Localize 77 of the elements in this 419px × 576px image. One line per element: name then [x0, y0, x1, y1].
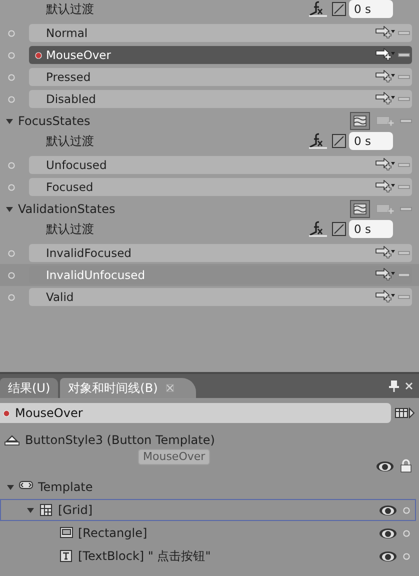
eye-icon[interactable]	[379, 550, 397, 562]
timeline-toggle-icon[interactable]	[395, 407, 415, 419]
easing-function-icon[interactable]	[308, 133, 328, 149]
add-transition-icon[interactable]	[375, 26, 395, 40]
easing-function-icon[interactable]	[308, 1, 328, 17]
linear-easing-icon[interactable]	[332, 134, 346, 148]
state-item[interactable]: Valid	[29, 288, 412, 306]
duration-field[interactable]: 0 s	[349, 220, 393, 238]
panel-tab[interactable]: 结果(U)	[0, 378, 58, 398]
circle-icon	[8, 162, 15, 168]
record-dot-icon	[3, 410, 10, 416]
grid-icon	[39, 503, 53, 517]
linear-easing-icon[interactable]	[332, 2, 346, 16]
tooltip: MouseOver	[138, 449, 210, 465]
add-transition-icon[interactable]	[375, 180, 395, 194]
wave-icon[interactable]	[350, 200, 370, 218]
group-name: ValidationStates	[18, 202, 116, 216]
expanded-triangle-icon[interactable]	[27, 506, 34, 514]
textblock-icon	[59, 549, 73, 563]
state-item[interactable]: Focused	[29, 178, 412, 196]
state-name: Normal	[46, 26, 88, 40]
wave-icon[interactable]	[350, 112, 370, 130]
group-name: FocusStates	[18, 114, 90, 128]
transition-label: 默认过渡	[46, 132, 94, 150]
add-transition-icon[interactable]	[375, 246, 395, 260]
circle-icon	[8, 272, 15, 278]
transition-label: 默认过渡	[46, 0, 94, 18]
state-item[interactable]: Unfocused	[29, 156, 412, 174]
add-transition-icon[interactable]	[375, 268, 395, 282]
state-name: InvalidFocused	[46, 246, 132, 260]
eye-icon[interactable]	[379, 527, 397, 539]
scope-label: ButtonStyle3 (Button Template)	[25, 433, 215, 447]
remove-icon[interactable]	[398, 52, 410, 58]
circle-icon	[8, 74, 15, 80]
state-field[interactable]: MouseOver	[0, 403, 391, 423]
expanded-triangle-icon[interactable]	[7, 484, 14, 490]
state-name: Disabled	[46, 92, 96, 106]
eye-icon[interactable]	[376, 460, 394, 472]
state-item[interactable]: Pressed	[29, 68, 412, 86]
state-name: Pressed	[46, 70, 91, 84]
add-transition-icon[interactable]	[375, 290, 395, 304]
state-item[interactable]: Disabled	[29, 90, 412, 108]
duration-field[interactable]: 0 s	[349, 132, 393, 150]
state-name: Valid	[46, 290, 74, 304]
add-transition-icon[interactable]	[375, 92, 395, 106]
expanded-triangle-icon[interactable]	[6, 206, 13, 212]
state-item[interactable]: MouseOver	[29, 46, 412, 64]
rectangle-icon	[59, 526, 73, 540]
tree-item[interactable]: [Grid]	[0, 499, 416, 521]
state-name: MouseOver	[46, 48, 111, 62]
duration-field[interactable]: 0 s	[349, 0, 393, 18]
circle-icon	[8, 30, 15, 36]
state-name: Focused	[46, 180, 94, 194]
tree-item[interactable]: [TextBlock] " 点击按钮"	[0, 545, 416, 567]
linear-easing-icon[interactable]	[332, 222, 346, 236]
eye-icon[interactable]	[379, 504, 397, 516]
state-name: Unfocused	[46, 158, 107, 172]
transition-label: 默认过渡	[46, 220, 94, 238]
add-transition-icon[interactable]	[375, 48, 395, 62]
record-dot-icon	[35, 52, 42, 58]
lock-icon[interactable]	[400, 459, 412, 473]
expanded-triangle-icon[interactable]	[6, 118, 13, 124]
circle-icon	[8, 52, 15, 58]
tree-item[interactable]: [Rectangle]	[0, 522, 416, 544]
circle-icon	[8, 184, 15, 190]
add-transition-icon[interactable]	[375, 158, 395, 172]
circle-icon	[8, 294, 15, 300]
state-name: InvalidUnfocused	[46, 268, 145, 282]
circle-icon	[8, 250, 15, 256]
state-item[interactable]: Normal	[29, 24, 412, 42]
add-transition-icon[interactable]	[375, 70, 395, 84]
circle-icon	[8, 96, 15, 102]
tree-item[interactable]: Template	[0, 476, 416, 498]
state-item[interactable]: InvalidFocused	[29, 244, 412, 262]
scope-up-icon[interactable]	[4, 434, 20, 446]
easing-function-icon[interactable]	[308, 221, 328, 237]
pin-icon[interactable]	[389, 380, 399, 392]
